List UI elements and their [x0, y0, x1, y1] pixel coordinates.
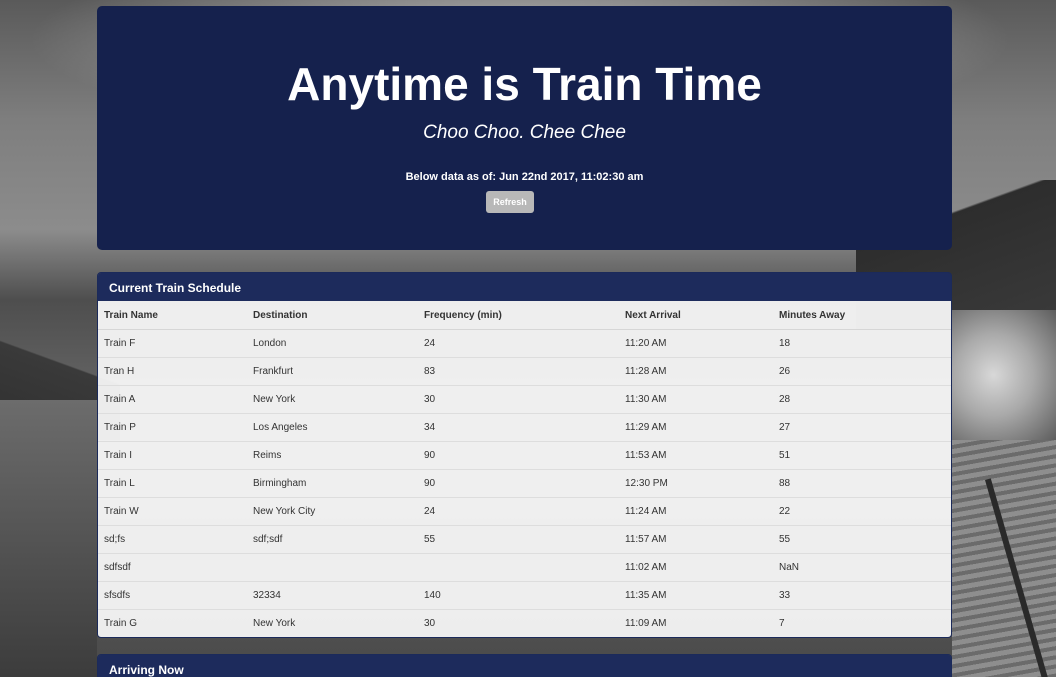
cell-train-name: Train G: [98, 609, 247, 637]
cell-train-name: Train A: [98, 385, 247, 414]
cell-frequency: 55: [418, 525, 619, 554]
cell-next-arrival: 11:28 AM: [619, 357, 773, 386]
cell-minutes-away: 28: [773, 385, 951, 414]
cell-destination: [247, 553, 418, 582]
cell-destination: Los Angeles: [247, 413, 418, 442]
cell-train-name: Train I: [98, 441, 247, 470]
table-row: Train G New York 30 11:09 AM 7: [98, 609, 951, 637]
cell-minutes-away: NaN: [773, 553, 951, 582]
cell-train-name: Train W: [98, 497, 247, 526]
table-row: Train A New York 30 11:30 AM 28: [98, 385, 951, 414]
cell-frequency: 90: [418, 441, 619, 470]
cell-next-arrival: 11:53 AM: [619, 441, 773, 470]
schedule-panel-heading: Current Train Schedule: [98, 273, 951, 301]
cell-frequency: 30: [418, 609, 619, 637]
cell-minutes-away: 55: [773, 525, 951, 554]
cell-train-name: Train F: [98, 329, 247, 358]
cell-destination: sdf;sdf: [247, 525, 418, 554]
cell-frequency: 30: [418, 385, 619, 414]
cell-train-name: sfsdfs: [98, 581, 247, 610]
cell-minutes-away: 7: [773, 609, 951, 637]
schedule-table: Train Name Destination Frequency (min) N…: [98, 301, 951, 637]
table-row: Train W New York City 24 11:24 AM 22: [98, 497, 951, 526]
cell-frequency: 24: [418, 497, 619, 526]
column-header-train-name: Train Name: [98, 301, 247, 330]
table-row: Train L Birmingham 90 12:30 PM 88: [98, 469, 951, 498]
cell-train-name: Tran H: [98, 357, 247, 386]
cell-train-name: Train L: [98, 469, 247, 498]
cell-next-arrival: 12:30 PM: [619, 469, 773, 498]
table-row: Train I Reims 90 11:53 AM 51: [98, 441, 951, 470]
cell-train-name: Train P: [98, 413, 247, 442]
table-header-row: Train Name Destination Frequency (min) N…: [98, 301, 951, 330]
cell-minutes-away: 26: [773, 357, 951, 386]
cell-destination: 32334: [247, 581, 418, 610]
refresh-button[interactable]: Refresh: [486, 191, 534, 213]
background-field-left: [0, 400, 97, 677]
cell-frequency: 140: [418, 581, 619, 610]
train-schedule-panel: Current Train Schedule Train Name Destin…: [97, 272, 952, 638]
cell-destination: New York: [247, 609, 418, 637]
cell-minutes-away: 88: [773, 469, 951, 498]
schedule-table-body: Train F London 24 11:20 AM 18 Tran H Fra…: [98, 329, 951, 637]
column-header-destination: Destination: [247, 301, 418, 330]
cell-minutes-away: 22: [773, 497, 951, 526]
table-row: sd;fs sdf;sdf 55 11:57 AM 55: [98, 525, 951, 554]
cell-frequency: 34: [418, 413, 619, 442]
background-gravel-right: [952, 440, 1056, 677]
arriving-panel-heading: Arriving Now: [98, 655, 951, 677]
data-timestamp: Below data as of: Jun 22nd 2017, 11:02:3…: [405, 171, 644, 183]
background-trees-right: [952, 310, 1056, 440]
cell-next-arrival: 11:35 AM: [619, 581, 773, 610]
cell-destination: Reims: [247, 441, 418, 470]
cell-minutes-away: 18: [773, 329, 951, 358]
cell-next-arrival: 11:09 AM: [619, 609, 773, 637]
table-row: Train P Los Angeles 34 11:29 AM 27: [98, 413, 951, 442]
cell-destination: Frankfurt: [247, 357, 418, 386]
cell-next-arrival: 11:29 AM: [619, 413, 773, 442]
table-row: sfsdfs 32334 140 11:35 AM 33: [98, 581, 951, 610]
cell-frequency: 83: [418, 357, 619, 386]
table-row: sdfsdf 11:02 AM NaN: [98, 553, 951, 582]
cell-next-arrival: 11:30 AM: [619, 385, 773, 414]
table-row: Tran H Frankfurt 83 11:28 AM 26: [98, 357, 951, 386]
column-header-frequency: Frequency (min): [418, 301, 619, 330]
header-jumbotron: Anytime is Train Time Choo Choo. Chee Ch…: [97, 6, 952, 250]
cell-next-arrival: 11:20 AM: [619, 329, 773, 358]
cell-frequency: 90: [418, 469, 619, 498]
page-title: Anytime is Train Time: [287, 58, 762, 110]
page-subtitle: Choo Choo. Chee Chee: [423, 122, 626, 143]
schedule-panel-body: Train Name Destination Frequency (min) N…: [98, 301, 951, 637]
cell-minutes-away: 51: [773, 441, 951, 470]
column-header-minutes-away: Minutes Away: [773, 301, 951, 330]
cell-train-name: sd;fs: [98, 525, 247, 554]
cell-minutes-away: 27: [773, 413, 951, 442]
arriving-now-panel: Arriving Now: [97, 654, 952, 677]
table-row: Train F London 24 11:20 AM 18: [98, 329, 951, 358]
cell-train-name: sdfsdf: [98, 553, 247, 582]
cell-next-arrival: 11:24 AM: [619, 497, 773, 526]
cell-next-arrival: 11:02 AM: [619, 553, 773, 582]
cell-destination: New York City: [247, 497, 418, 526]
cell-frequency: [418, 553, 619, 582]
cell-destination: New York: [247, 385, 418, 414]
cell-next-arrival: 11:57 AM: [619, 525, 773, 554]
column-header-next-arrival: Next Arrival: [619, 301, 773, 330]
cell-frequency: 24: [418, 329, 619, 358]
cell-minutes-away: 33: [773, 581, 951, 610]
cell-destination: Birmingham: [247, 469, 418, 498]
cell-destination: London: [247, 329, 418, 358]
